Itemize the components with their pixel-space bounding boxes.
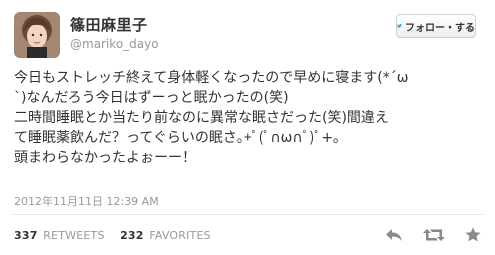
favorite-icon[interactable] <box>465 227 481 246</box>
follow-button-label: フォロー・する <box>405 22 475 34</box>
follow-button[interactable]: フォロー・する <box>396 14 476 38</box>
retweets-label[interactable]: RETWEETS <box>43 229 104 242</box>
tweet-line: 今日もストレッチ終えて身体軽くなったので早めに寝ます(*´ω <box>14 70 409 86</box>
user-handle[interactable]: @mariko_dayo <box>70 37 159 51</box>
retweets-count[interactable]: 337 <box>14 229 38 242</box>
tweet-actions <box>385 227 481 246</box>
tweet-timestamp[interactable]: 2012年11月11日 12:39 AM <box>14 193 159 209</box>
bird-icon <box>397 23 402 28</box>
reply-icon[interactable] <box>385 227 403 246</box>
tweet-line: て睡眠薬飲んだ？ってぐらいの眠さ｡+ﾟ(ﾟ∩ω∩ﾟ)ﾟ+｡ <box>14 130 341 146</box>
favorites-label[interactable]: FAVORITES <box>149 229 210 242</box>
tweet-text: 今日もストレッチ終えて身体軽くなったので早めに寝ます(*´ω `)なんだろう今日… <box>14 68 484 168</box>
retweet-icon[interactable] <box>423 227 445 246</box>
display-name[interactable]: 篠田麻里子 <box>70 14 148 35</box>
tweet-line: 二時間睡眠とか当たり前なのに異常な眠さだった(笑)間違え <box>14 110 389 126</box>
tweet-card: 篠田麻里子 @mariko_dayo フォロー・する 今日もストレッチ終えて身体… <box>0 0 495 255</box>
tweet-line: `)なんだろう今日はずーっと眠かったの(笑) <box>14 90 289 106</box>
favorites-count[interactable]: 232 <box>120 229 144 242</box>
divider <box>12 214 484 215</box>
tweet-stats: 337 RETWEETS 232 FAVORITES <box>14 229 211 242</box>
tweet-line: 頭まわらなかったよぉーー！ <box>14 150 196 166</box>
avatar-photo <box>14 12 60 58</box>
avatar[interactable] <box>14 12 60 58</box>
